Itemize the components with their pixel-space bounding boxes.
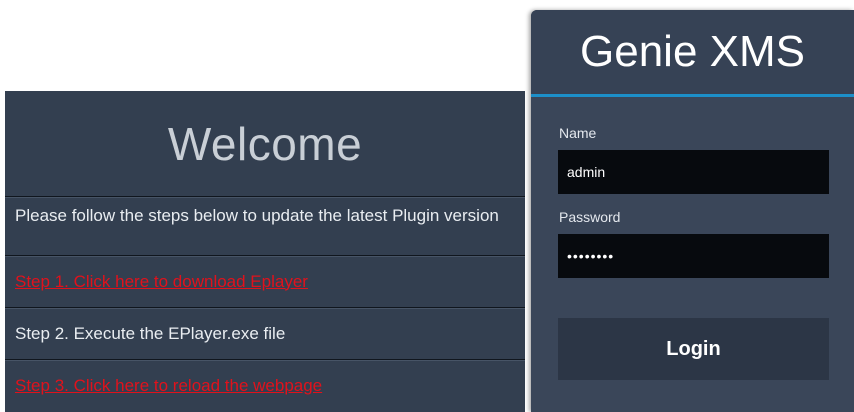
step2-row: Step 2. Execute the EPlayer.exe file [5, 307, 525, 359]
step3-row: Step 3. Click here to reload the webpage [5, 359, 525, 412]
reload-webpage-link[interactable]: Step 3. Click here to reload the webpage [15, 376, 322, 396]
welcome-title: Welcome [167, 117, 363, 170]
step1-row: Step 1. Click here to download Eplayer [5, 255, 525, 307]
login-title: Genie XMS [531, 10, 854, 97]
page: Welcome Please follow the steps below to… [0, 0, 854, 412]
login-button[interactable]: Login [558, 318, 829, 380]
name-label: Name [559, 125, 597, 141]
welcome-intro-text: Please follow the steps below to update … [5, 196, 525, 255]
login-panel: Genie XMS Name Password Login [531, 10, 854, 412]
step2-text: Step 2. Execute the EPlayer.exe file [15, 323, 286, 343]
name-input[interactable] [558, 150, 829, 194]
download-eplayer-link[interactable]: Step 1. Click here to download Eplayer [15, 272, 308, 292]
password-input[interactable] [558, 234, 829, 278]
welcome-panel: Welcome Please follow the steps below to… [5, 91, 525, 412]
password-label: Password [559, 209, 621, 225]
